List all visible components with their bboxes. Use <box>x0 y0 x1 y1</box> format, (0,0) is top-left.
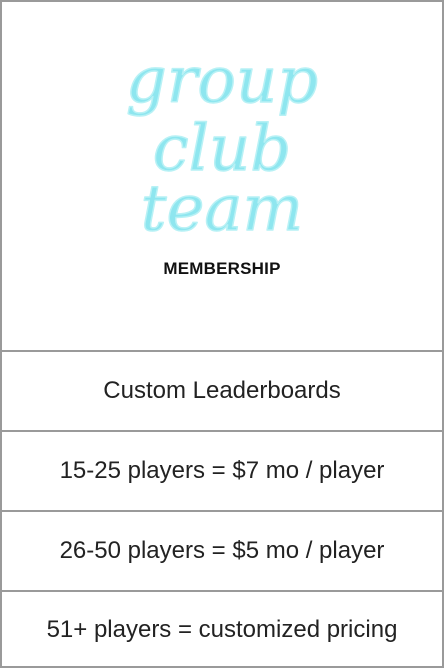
logo-word-group: group <box>126 44 318 118</box>
card-header: group club team MEMBERSHIP <box>2 2 442 352</box>
feature-row: 26-50 players = $5 mo / player <box>2 512 442 592</box>
membership-title: MEMBERSHIP <box>163 259 281 278</box>
logo-word-team: team <box>141 172 303 246</box>
feature-price-51-plus: 51+ players = customized pricing <box>46 616 398 643</box>
feature-price-15-25: 15-25 players = $7 mo / player <box>59 457 385 484</box>
feature-custom-leaderboards: Custom Leaderboards <box>103 377 341 404</box>
feature-row: 15-25 players = $7 mo / player <box>2 432 442 512</box>
feature-price-26-50: 26-50 players = $5 mo / player <box>59 537 385 564</box>
membership-card: group club team MEMBERSHIP Custom Leader… <box>0 0 444 668</box>
group-club-team-logo: group club team <box>2 30 442 250</box>
feature-row: 51+ players = customized pricing <box>2 592 442 668</box>
feature-row: Custom Leaderboards <box>2 352 442 432</box>
